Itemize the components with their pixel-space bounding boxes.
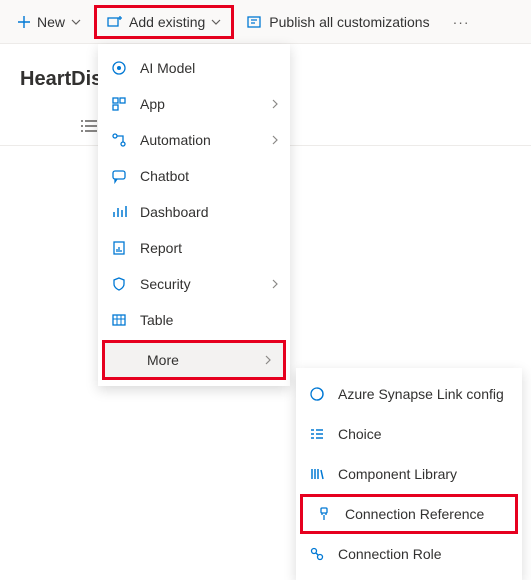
menu-item-table[interactable]: Table [98,302,290,338]
submenu-label: Connection Reference [345,506,503,522]
ai-model-icon [110,60,128,76]
menu-label: Table [140,312,278,328]
dashboard-icon [110,204,128,220]
connection-reference-icon [315,506,333,522]
library-icon [308,466,326,482]
menu-item-more[interactable]: More [105,343,283,377]
app-icon [110,96,128,112]
menu-label: Dashboard [140,204,278,220]
publish-button[interactable]: Publish all customizations [234,5,442,39]
submenu-item-synapse[interactable]: Azure Synapse Link config [296,374,522,414]
add-existing-button[interactable]: Add existing [94,5,234,39]
connection-role-icon [308,546,326,562]
add-existing-dropdown: AI Model App Automation Chatbot Dashboar… [98,44,290,386]
menu-item-dashboard[interactable]: Dashboard [98,194,290,230]
publish-icon [247,15,263,29]
add-existing-icon [107,15,123,29]
submenu-item-component-library[interactable]: Component Library [296,454,522,494]
menu-label: App [140,96,260,112]
new-label: New [37,14,65,30]
table-icon [110,312,128,328]
menu-item-security[interactable]: Security [98,266,290,302]
submenu-item-connection-reference[interactable]: Connection Reference [303,497,515,531]
chevron-right-icon [272,135,278,145]
chevron-right-icon [272,279,278,289]
menu-label: Chatbot [140,168,278,184]
menu-label: Report [140,240,278,256]
submenu-connection-ref-highlight: Connection Reference [300,494,518,534]
publish-label: Publish all customizations [269,14,429,30]
chevron-right-icon [272,99,278,109]
menu-more-highlight: More [102,340,286,380]
choice-icon [308,426,326,442]
chevron-down-icon [71,19,81,25]
plus-icon [17,15,31,29]
add-existing-label: Add existing [129,14,205,30]
submenu-label: Component Library [338,466,510,482]
automation-icon [110,132,128,148]
submenu-item-choice[interactable]: Choice [296,414,522,454]
command-bar: New Add existing Publish all customizati… [0,0,531,44]
chevron-down-icon [211,19,221,25]
menu-label: More [117,352,253,368]
menu-label: Security [140,276,260,292]
menu-label: Automation [140,132,260,148]
menu-item-app[interactable]: App [98,86,290,122]
chevron-right-icon [265,355,271,365]
overflow-button[interactable]: ··· [443,8,480,36]
security-icon [110,276,128,292]
menu-item-chatbot[interactable]: Chatbot [98,158,290,194]
menu-item-report[interactable]: Report [98,230,290,266]
submenu-label: Azure Synapse Link config [338,386,510,402]
menu-item-ai-model[interactable]: AI Model [98,50,290,86]
synapse-icon [308,386,326,402]
submenu-label: Choice [338,426,510,442]
menu-label: AI Model [140,60,278,76]
menu-item-automation[interactable]: Automation [98,122,290,158]
more-submenu: Azure Synapse Link config Choice Compone… [296,368,522,580]
report-icon [110,240,128,256]
submenu-label: Connection Role [338,546,510,562]
new-button[interactable]: New [4,5,94,39]
submenu-item-connection-role[interactable]: Connection Role [296,534,522,574]
chatbot-icon [110,168,128,184]
